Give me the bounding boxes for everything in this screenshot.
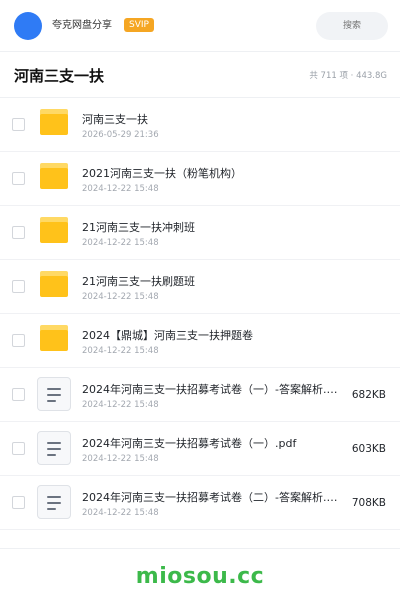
item-name[interactable]: 21河南三支一扶刷题班 xyxy=(82,274,338,290)
item-name[interactable]: 21河南三支一扶冲刺班 xyxy=(82,220,338,236)
select-checkbox[interactable] xyxy=(12,118,25,131)
item-count-summary: 共 711 项 · 443.8G xyxy=(309,71,387,81)
list-item[interactable]: 2024年河南三支一扶招募考试卷（一）-答案解析.pdf 2024-12-22 … xyxy=(0,368,400,422)
folder-icon xyxy=(40,163,68,189)
list-item[interactable]: 21河南三支一扶冲刺班 2024-12-22 15:48 xyxy=(0,206,400,260)
folder-title-bar: 河南三支一扶 共 711 项 · 443.8G xyxy=(0,52,400,98)
item-size: 708KB xyxy=(351,497,386,509)
folder-icon xyxy=(40,217,68,243)
item-date: 2026-05-29 21:36 xyxy=(82,130,159,140)
avatar[interactable] xyxy=(14,12,42,40)
item-name[interactable]: 河南三支一扶 xyxy=(82,112,338,128)
item-date: 2024-12-22 15:48 xyxy=(82,508,159,518)
item-date: 2024-12-22 15:48 xyxy=(82,346,159,356)
sharer-name[interactable]: 夸克网盘分享 xyxy=(52,19,112,33)
list-item[interactable]: 2024年河南三支一扶招募考试卷（一）.pdf 2024-12-22 15:48… xyxy=(0,422,400,476)
list-item[interactable]: 河南三支一扶 2026-05-29 21:36 xyxy=(0,98,400,152)
document-icon xyxy=(37,431,71,465)
item-size: 603KB xyxy=(351,443,386,455)
select-checkbox[interactable] xyxy=(12,172,25,185)
search-input[interactable] xyxy=(316,12,388,40)
file-list: 河南三支一扶 2026-05-29 21:36 2021河南三支一扶（粉笔机构）… xyxy=(0,98,400,530)
item-name[interactable]: 2021河南三支一扶（粉笔机构） xyxy=(82,166,338,182)
folder-icon xyxy=(40,271,68,297)
item-name[interactable]: 2024年河南三支一扶招募考试卷（一）-答案解析.pdf xyxy=(82,382,338,398)
item-date: 2024-12-22 15:48 xyxy=(82,238,159,248)
document-icon xyxy=(37,377,71,411)
select-checkbox[interactable] xyxy=(12,388,25,401)
item-date: 2024-12-22 15:48 xyxy=(82,292,159,302)
document-icon xyxy=(37,485,71,519)
item-name[interactable]: 2024【鼎城】河南三支一扶押题卷 xyxy=(82,328,338,344)
folder-icon xyxy=(40,109,68,135)
select-checkbox[interactable] xyxy=(12,496,25,509)
item-name[interactable]: 2024年河南三支一扶招募考试卷（二）-答案解析.pdf xyxy=(82,490,338,506)
item-date: 2024-12-22 15:48 xyxy=(82,454,159,464)
select-checkbox[interactable] xyxy=(12,334,25,347)
list-item[interactable]: 2024年河南三支一扶招募考试卷（二）-答案解析.pdf 2024-12-22 … xyxy=(0,476,400,530)
list-item[interactable]: 2024【鼎城】河南三支一扶押题卷 2024-12-22 15:48 xyxy=(0,314,400,368)
select-checkbox[interactable] xyxy=(12,442,25,455)
svip-badge: SVIP xyxy=(124,18,154,32)
item-name[interactable]: 2024年河南三支一扶招募考试卷（一）.pdf xyxy=(82,436,338,452)
select-checkbox[interactable] xyxy=(12,280,25,293)
footer: miosou.cc xyxy=(0,548,400,600)
list-item[interactable]: 2021河南三支一扶（粉笔机构） 2024-12-22 15:48 xyxy=(0,152,400,206)
item-date: 2024-12-22 15:48 xyxy=(82,400,159,410)
folder-icon xyxy=(40,325,68,351)
page-title: 河南三支一扶 xyxy=(14,67,105,85)
select-checkbox[interactable] xyxy=(12,226,25,239)
item-size: 682KB xyxy=(351,389,386,401)
watermark: miosou.cc xyxy=(135,564,265,589)
item-date: 2024-12-22 15:48 xyxy=(82,184,159,194)
list-item[interactable]: 21河南三支一扶刷题班 2024-12-22 15:48 xyxy=(0,260,400,314)
share-header: 夸克网盘分享 SVIP xyxy=(0,0,400,52)
